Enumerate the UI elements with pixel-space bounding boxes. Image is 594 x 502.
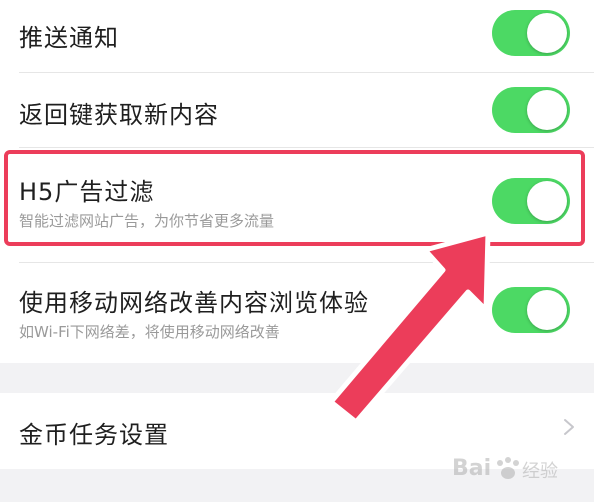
baidu-paw-icon: Bai 经验	[452, 456, 558, 482]
setting-subtitle-mobile-net: 如Wi-Fi下网络差，将使用移动网络改善	[19, 323, 280, 341]
toggle-knob	[527, 290, 567, 330]
highlight-box	[4, 150, 585, 246]
toggle-knob	[527, 13, 567, 53]
back-key-toggle[interactable]	[492, 87, 570, 133]
section-gap	[0, 363, 594, 393]
toggle-knob	[527, 90, 567, 130]
setting-title-mobile-net: 使用移动网络改善内容浏览体验	[19, 289, 369, 317]
setting-row-mobile-net: 使用移动网络改善内容浏览体验 如Wi-Fi下网络差，将使用移动网络改善	[0, 263, 594, 363]
setting-title-coin: 金币任务设置	[19, 421, 169, 449]
setting-title-push: 推送通知	[19, 24, 119, 52]
svg-text:Bai: Bai	[452, 456, 491, 481]
svg-text:经验: 经验	[522, 461, 558, 482]
setting-title-back-key: 返回键获取新内容	[19, 101, 219, 129]
mobile-net-toggle[interactable]	[492, 287, 570, 333]
setting-row-back-key: 返回键获取新内容	[0, 73, 594, 147]
setting-row-push: 推送通知	[0, 0, 594, 72]
push-toggle[interactable]	[492, 10, 570, 56]
chevron-right-icon	[564, 419, 574, 435]
